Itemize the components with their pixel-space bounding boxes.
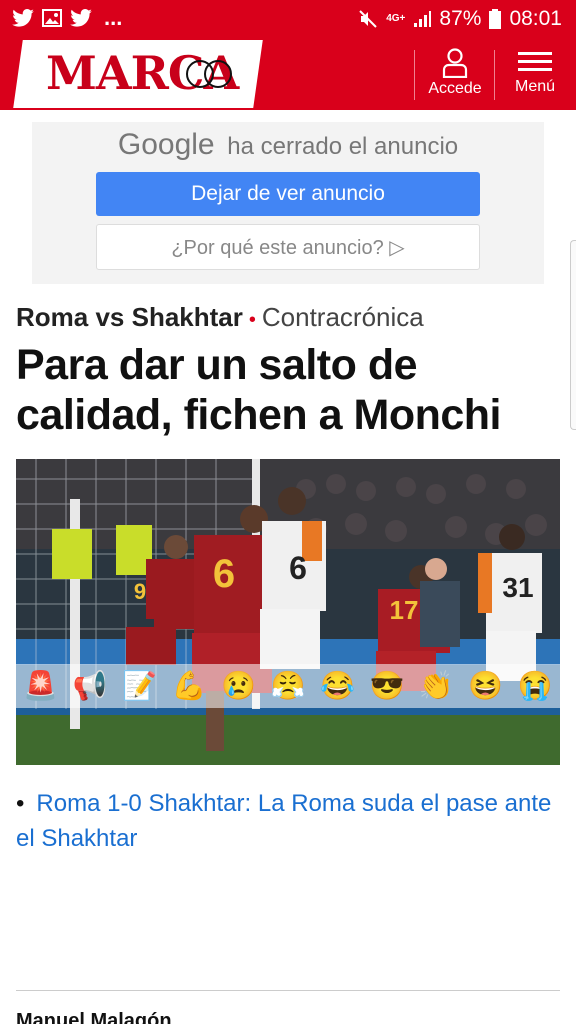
- battery-icon: [489, 9, 502, 29]
- notification-icons: ...: [12, 5, 123, 30]
- gallery-icon: [42, 9, 62, 27]
- photo-number: 6: [213, 552, 235, 596]
- ad-closed-message: Google ha cerrado el anuncio: [32, 128, 544, 162]
- siren-reaction[interactable]: 🚨: [19, 666, 63, 706]
- article-photo[interactable]: 9 6 6 17 31: [16, 459, 560, 765]
- closed-ad: Google ha cerrado el anuncio Dejar de ve…: [32, 122, 544, 284]
- twitter-icon: [70, 9, 92, 27]
- article-kicker: Roma vs Shakhtar • Contracrónica: [16, 302, 424, 333]
- crying-reaction[interactable]: 😢: [217, 666, 261, 706]
- ad-closed-text: ha cerrado el anuncio: [227, 133, 459, 160]
- more-notifications: ...: [104, 5, 123, 30]
- loud-crying-reaction[interactable]: 😭: [513, 666, 557, 706]
- related-article: • Roma 1-0 Shakhtar: La Roma suda el pase…: [16, 786, 556, 856]
- twitter-icon: [12, 9, 34, 27]
- user-icon: [442, 48, 468, 78]
- photo-number: 17: [390, 595, 419, 625]
- system-status: 4G+ 87% 08:01: [358, 7, 562, 31]
- battery-level: 87%: [439, 7, 482, 30]
- site-header: MARCA Accede Menú: [0, 38, 576, 110]
- steam-reaction[interactable]: 😤: [266, 666, 310, 706]
- scrollbar[interactable]: [570, 240, 576, 430]
- bullet: •: [16, 790, 25, 817]
- mute-icon: [359, 10, 377, 28]
- header-divider: [414, 50, 415, 100]
- divider: [16, 990, 560, 991]
- menu-button[interactable]: Menú: [496, 44, 574, 106]
- reactions-bar: 🚨 📢 📝 💪 😢 😤 😂 😎 👏 😆 😭: [16, 664, 560, 708]
- network-type: 4G+: [386, 13, 406, 24]
- photo-number: 9: [134, 579, 146, 604]
- megaphone-reaction[interactable]: 📢: [68, 666, 112, 706]
- author-name[interactable]: Manuel Malagón: [16, 1010, 172, 1024]
- laughing-tears-reaction[interactable]: 😂: [315, 666, 359, 706]
- clapping-reaction[interactable]: 👏: [414, 666, 458, 706]
- stop-seeing-ad-button[interactable]: Dejar de ver anuncio: [96, 172, 480, 216]
- photo-number: 31: [502, 572, 533, 603]
- photo-number: 6: [289, 550, 307, 586]
- header-divider: [494, 50, 495, 100]
- sunglasses-reaction[interactable]: 😎: [365, 666, 409, 706]
- signal-icon: [414, 11, 432, 27]
- hamburger-icon: [518, 52, 552, 71]
- google-wordmark: Google: [117, 128, 215, 161]
- grinning-reaction[interactable]: 😆: [464, 666, 508, 706]
- menu-label: Menú: [514, 78, 556, 95]
- kicker-dot: •: [248, 309, 256, 331]
- login-label: Accede: [428, 80, 482, 97]
- kicker-team[interactable]: Roma vs Shakhtar: [16, 302, 243, 332]
- clock: 08:01: [509, 7, 562, 30]
- status-bar: ... 4G+ 87% 08:01: [0, 0, 576, 38]
- match-photo: 9 6 6 17 31: [16, 459, 560, 765]
- kicker-section[interactable]: Contracrónica: [262, 302, 424, 332]
- biceps-reaction[interactable]: 💪: [167, 666, 211, 706]
- related-article-link[interactable]: Roma 1-0 Shakhtar: La Roma suda el pase …: [16, 790, 551, 852]
- article-headline: Para dar un salto de calidad, fichen a M…: [16, 341, 501, 439]
- login-button[interactable]: Accede: [416, 44, 494, 106]
- why-this-ad-button[interactable]: ¿Por qué este anuncio? ▷: [96, 224, 480, 270]
- memo-reaction[interactable]: 📝: [118, 666, 162, 706]
- anniversary-rings-icon: [186, 60, 232, 88]
